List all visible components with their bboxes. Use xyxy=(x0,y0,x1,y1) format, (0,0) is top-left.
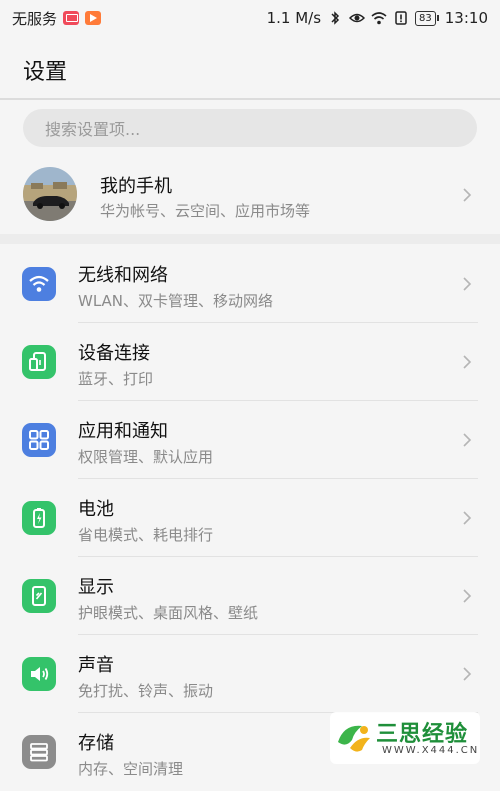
profile-row[interactable]: 我的手机 华为帐号、云空间、应用市场等 xyxy=(0,160,500,232)
item-title: 显示 xyxy=(78,577,114,598)
item-title: 无线和网络 xyxy=(78,265,168,286)
item-title: 应用和通知 xyxy=(78,421,168,442)
item-title: 设备连接 xyxy=(78,343,150,364)
item-subtitle: 护眼模式、桌面风格、壁纸 xyxy=(78,604,259,622)
video-app-icon xyxy=(85,11,102,25)
display-icon xyxy=(22,579,56,613)
item-subtitle: 省电模式、耗电排行 xyxy=(78,526,214,544)
status-left: 无服务 xyxy=(12,8,102,29)
status-bar: 无服务 1.1 M/s 83 13:10 xyxy=(0,0,500,36)
page-title: 设置 xyxy=(23,60,68,85)
watermark-name: 三思经验 xyxy=(376,722,469,747)
section-divider xyxy=(0,234,500,244)
search-placeholder: 搜索设置项... xyxy=(45,120,141,139)
item-subtitle: 权限管理、默认应用 xyxy=(78,448,214,466)
settings-item-wireless[interactable]: 无线和网络 WLAN、双卡管理、移动网络 xyxy=(0,245,500,323)
battery-indicator: 83 xyxy=(415,10,439,26)
settings-item-sound[interactable]: 声音 免打扰、铃声、振动 xyxy=(0,635,500,713)
item-subtitle: 内存、空间清理 xyxy=(78,760,184,778)
chevron-right-icon xyxy=(463,511,472,525)
eye-comfort-icon xyxy=(349,13,366,23)
storage-icon xyxy=(22,735,56,769)
status-right: 1.1 M/s 83 13:10 xyxy=(267,9,488,27)
item-title: 声音 xyxy=(78,655,114,676)
title-bar: 设置 xyxy=(0,36,500,100)
settings-item-apps-notifications[interactable]: 应用和通知 权限管理、默认应用 xyxy=(0,401,500,479)
wifi-status-icon xyxy=(371,12,387,25)
settings-item-device-connection[interactable]: 设备连接 蓝牙、打印 xyxy=(0,323,500,401)
profile-subtitle: 华为帐号、云空间、应用市场等 xyxy=(100,202,311,220)
item-subtitle: 免打扰、铃声、振动 xyxy=(78,682,214,700)
alert-icon xyxy=(395,11,407,25)
profile-name: 我的手机 xyxy=(100,176,172,197)
network-speed: 1.1 M/s xyxy=(266,9,322,27)
item-subtitle: WLAN、双卡管理、移动网络 xyxy=(78,292,274,310)
watermark: 三思经验 WWW.X444.CN xyxy=(330,712,480,764)
chevron-right-icon xyxy=(463,277,472,291)
device-connection-icon xyxy=(22,345,56,379)
chevron-right-icon xyxy=(463,589,472,603)
carrier-text: 无服务 xyxy=(12,9,58,28)
chevron-right-icon xyxy=(463,188,472,202)
message-app-icon xyxy=(63,11,80,25)
settings-item-battery[interactable]: 电池 省电模式、耗电排行 xyxy=(0,479,500,557)
avatar xyxy=(23,167,77,221)
bluetooth-icon xyxy=(331,11,340,25)
settings-item-display[interactable]: 显示 护眼模式、桌面风格、壁纸 xyxy=(0,557,500,635)
item-title: 存储 xyxy=(78,733,114,754)
battery-icon xyxy=(22,501,56,535)
wifi-icon xyxy=(22,267,56,301)
chevron-right-icon xyxy=(463,667,472,681)
apps-grid-icon xyxy=(22,423,56,457)
watermark-logo-icon xyxy=(338,725,370,752)
clock: 13:10 xyxy=(444,9,488,27)
chevron-right-icon xyxy=(463,433,472,447)
watermark-url: WWW.X444.CN xyxy=(382,745,480,756)
search-input[interactable]: 搜索设置项... xyxy=(23,109,477,147)
item-title: 电池 xyxy=(78,499,114,520)
speaker-icon xyxy=(22,657,56,691)
item-subtitle: 蓝牙、打印 xyxy=(78,370,154,388)
chevron-right-icon xyxy=(463,355,472,369)
